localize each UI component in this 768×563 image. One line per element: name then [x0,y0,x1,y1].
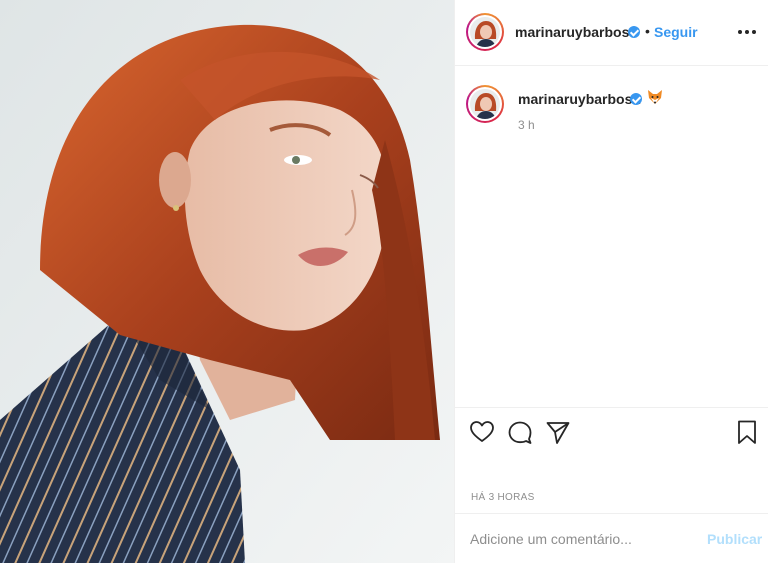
publish-button[interactable]: Publicar [707,531,762,547]
caption-timestamp[interactable]: 3 h [518,118,535,132]
avatar-image [470,89,500,119]
post-author-username[interactable]: marinaruybarbosa [515,24,637,40]
more-options-icon[interactable] [737,22,757,42]
fox-emoji-icon [648,90,662,104]
verified-badge-icon [630,93,642,105]
follow-button[interactable]: Seguir [654,24,698,40]
portrait-photo [0,0,454,563]
post-actions: HÁ 3 HORAS [455,407,768,517]
post-header: marinaruybarbosa • Seguir [455,0,768,66]
comment-input[interactable] [470,530,700,548]
heart-icon[interactable] [469,419,495,445]
separator-dot: • [645,23,650,39]
bookmark-icon[interactable] [734,419,760,445]
caption-area: marinaruybarbosa 3 h [455,67,768,407]
caption-avatar[interactable] [466,85,504,123]
comment-icon[interactable] [507,419,533,445]
post-side-panel: marinaruybarbosa • Seguir marinaruybarbo… [454,0,768,563]
caption-username[interactable]: marinaruybarbosa [518,91,640,107]
verified-badge-icon [628,26,640,38]
post-photo[interactable] [0,0,454,563]
avatar-image [470,17,500,47]
comment-form: Publicar [455,513,768,563]
share-icon[interactable] [545,419,571,445]
post-timestamp[interactable]: HÁ 3 HORAS [471,492,535,503]
avatar[interactable] [466,13,504,51]
